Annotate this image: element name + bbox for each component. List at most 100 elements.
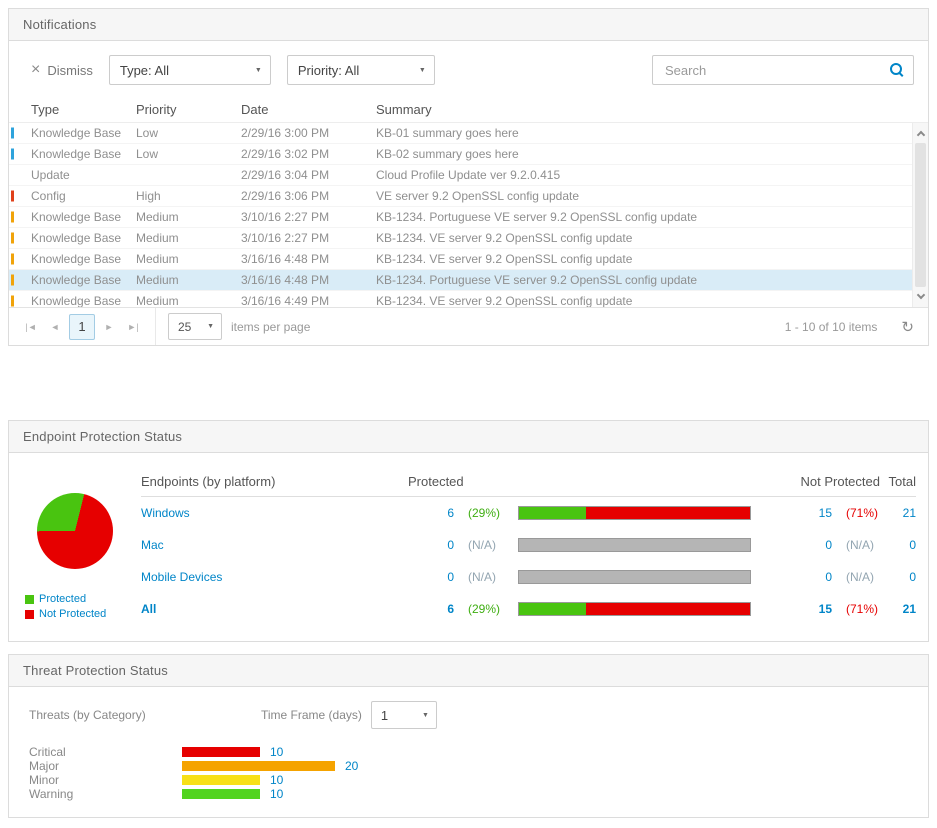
cell-priority: Low bbox=[136, 147, 241, 161]
notifications-column-headers: Type Priority Date Summary bbox=[9, 97, 928, 123]
column-header-date[interactable]: Date bbox=[241, 102, 376, 117]
dismiss-label: Dismiss bbox=[47, 63, 93, 78]
notifications-rows: Knowledge Base Low 2/29/16 3:00 PM KB-01… bbox=[9, 123, 928, 307]
table-row[interactable]: Knowledge Base Low 2/29/16 3:00 PM KB-01… bbox=[9, 123, 928, 144]
cell-date: 2/29/16 3:06 PM bbox=[241, 189, 376, 203]
priority-filter-value: Priority: All bbox=[298, 63, 359, 78]
cell-date: 3/16/16 4:48 PM bbox=[241, 273, 376, 287]
table-row[interactable]: Update 2/29/16 3:04 PM Cloud Profile Upd… bbox=[9, 165, 928, 186]
column-header-not-protected: Not Protected bbox=[759, 474, 880, 489]
total-count[interactable]: 0 bbox=[880, 538, 916, 552]
cell-date: 2/29/16 3:04 PM bbox=[241, 168, 376, 182]
column-header-platform: Endpoints (by platform) bbox=[141, 474, 406, 489]
time-frame-dropdown[interactable]: 1 ▼ bbox=[371, 701, 437, 729]
panel-title: Endpoint Protection Status bbox=[23, 429, 182, 444]
threat-count-link[interactable]: 20 bbox=[345, 759, 358, 773]
cell-summary: Cloud Profile Update ver 9.2.0.415 bbox=[376, 168, 902, 182]
priority-marker bbox=[11, 212, 14, 223]
not-protected-pct: (71%) bbox=[832, 506, 880, 520]
cell-type: Update bbox=[31, 168, 136, 182]
not-protected-segment bbox=[586, 507, 750, 519]
table-row-selected[interactable]: Knowledge Base Medium 3/16/16 4:48 PM KB… bbox=[9, 270, 928, 291]
notifications-panel-header: Notifications bbox=[9, 9, 928, 41]
threat-content: Threats (by Category) Time Frame (days) … bbox=[9, 687, 928, 817]
priority-filter-dropdown[interactable]: Priority: All ▼ bbox=[287, 55, 435, 85]
category-label: Major bbox=[29, 759, 182, 773]
priority-marker bbox=[11, 254, 14, 265]
vertical-scrollbar[interactable] bbox=[912, 123, 928, 307]
first-page-button[interactable]: |◄ bbox=[19, 315, 43, 339]
table-row[interactable]: Knowledge Base Medium 3/10/16 2:27 PM KB… bbox=[9, 228, 928, 249]
platform-link[interactable]: Mobile Devices bbox=[141, 570, 406, 584]
threat-count-link[interactable]: 10 bbox=[270, 787, 283, 801]
prev-page-button[interactable]: ◄ bbox=[43, 315, 67, 339]
protection-pie bbox=[37, 493, 113, 569]
cell-date: 3/16/16 4:48 PM bbox=[241, 252, 376, 266]
minor-bar bbox=[182, 775, 260, 785]
dismiss-button[interactable]: × Dismiss bbox=[31, 62, 93, 78]
refresh-icon[interactable]: ↻ bbox=[901, 318, 914, 336]
priority-marker bbox=[11, 275, 14, 286]
platform-link[interactable]: Windows bbox=[141, 506, 406, 520]
platform-link[interactable]: All bbox=[141, 602, 406, 616]
protection-bar bbox=[518, 602, 751, 616]
protected-count[interactable]: 0 bbox=[406, 538, 454, 552]
table-row[interactable]: Knowledge Base Low 2/29/16 3:02 PM KB-02… bbox=[9, 144, 928, 165]
protected-count[interactable]: 6 bbox=[406, 506, 454, 520]
table-row[interactable]: Knowledge Base Medium 3/16/16 4:49 PM KB… bbox=[9, 291, 928, 307]
cell-summary: VE server 9.2 OpenSSL config update bbox=[376, 189, 902, 203]
pie-legend: Protected Not Protected bbox=[25, 593, 141, 620]
endpoint-content: Protected Not Protected Endpoints (by pl… bbox=[9, 453, 928, 641]
cell-type: Knowledge Base bbox=[31, 147, 136, 161]
scroll-down-icon[interactable] bbox=[913, 289, 928, 305]
scrollbar-thumb[interactable] bbox=[915, 143, 926, 287]
cell-date: 2/29/16 3:02 PM bbox=[241, 147, 376, 161]
threat-count-link[interactable]: 10 bbox=[270, 745, 283, 759]
total-count[interactable]: 21 bbox=[880, 506, 916, 520]
protected-count[interactable]: 0 bbox=[406, 570, 454, 584]
cell-type: Config bbox=[31, 189, 136, 203]
total-count[interactable]: 21 bbox=[880, 602, 916, 616]
endpoint-row-mac: Mac 0 (N/A) 0 (N/A) 0 bbox=[141, 529, 916, 561]
cell-type: Knowledge Base bbox=[31, 294, 136, 307]
type-filter-dropdown[interactable]: Type: All ▼ bbox=[109, 55, 271, 85]
protected-segment bbox=[519, 507, 586, 519]
column-header-summary[interactable]: Summary bbox=[376, 102, 902, 117]
panel-title: Threat Protection Status bbox=[23, 663, 168, 678]
cell-summary: KB-1234. VE server 9.2 OpenSSL config up… bbox=[376, 231, 902, 245]
cell-summary: KB-01 summary goes here bbox=[376, 126, 902, 140]
cell-priority: Medium bbox=[136, 210, 241, 224]
search-icon[interactable] bbox=[890, 63, 904, 77]
cell-date: 3/16/16 4:49 PM bbox=[241, 294, 376, 307]
platform-link[interactable]: Mac bbox=[141, 538, 406, 552]
chevron-down-icon: ▼ bbox=[419, 67, 426, 74]
search-input[interactable] bbox=[663, 62, 890, 79]
column-header-priority[interactable]: Priority bbox=[136, 102, 241, 117]
not-protected-count[interactable]: 0 bbox=[787, 570, 832, 584]
cell-priority: Medium bbox=[136, 273, 241, 287]
not-protected-count[interactable]: 0 bbox=[787, 538, 832, 552]
pie-chart-area: Protected Not Protected bbox=[21, 467, 141, 625]
next-page-button[interactable]: ► bbox=[97, 315, 121, 339]
cell-summary: KB-02 summary goes here bbox=[376, 147, 902, 161]
column-header-type[interactable]: Type bbox=[31, 102, 136, 117]
total-count[interactable]: 0 bbox=[880, 570, 916, 584]
cell-type: Knowledge Base bbox=[31, 273, 136, 287]
not-protected-count[interactable]: 15 bbox=[787, 506, 832, 520]
category-label: Warning bbox=[29, 787, 182, 801]
legend-item: Protected bbox=[25, 593, 141, 605]
protected-count[interactable]: 6 bbox=[406, 602, 454, 616]
last-page-button[interactable]: ►| bbox=[121, 315, 145, 339]
pager-separator bbox=[155, 308, 156, 345]
table-row[interactable]: Knowledge Base Medium 3/16/16 4:48 PM KB… bbox=[9, 249, 928, 270]
cell-priority: Medium bbox=[136, 252, 241, 266]
page-size-dropdown[interactable]: 25 ▼ bbox=[168, 313, 222, 340]
protected-swatch bbox=[25, 595, 34, 604]
scroll-up-icon[interactable] bbox=[913, 125, 928, 141]
table-row[interactable]: Config High 2/29/16 3:06 PM VE server 9.… bbox=[9, 186, 928, 207]
not-protected-count[interactable]: 15 bbox=[787, 602, 832, 616]
current-page-button[interactable]: 1 bbox=[69, 314, 95, 340]
threat-count-link[interactable]: 10 bbox=[270, 773, 283, 787]
table-row[interactable]: Knowledge Base Medium 3/10/16 2:27 PM KB… bbox=[9, 207, 928, 228]
page-size-value: 25 bbox=[178, 320, 191, 334]
